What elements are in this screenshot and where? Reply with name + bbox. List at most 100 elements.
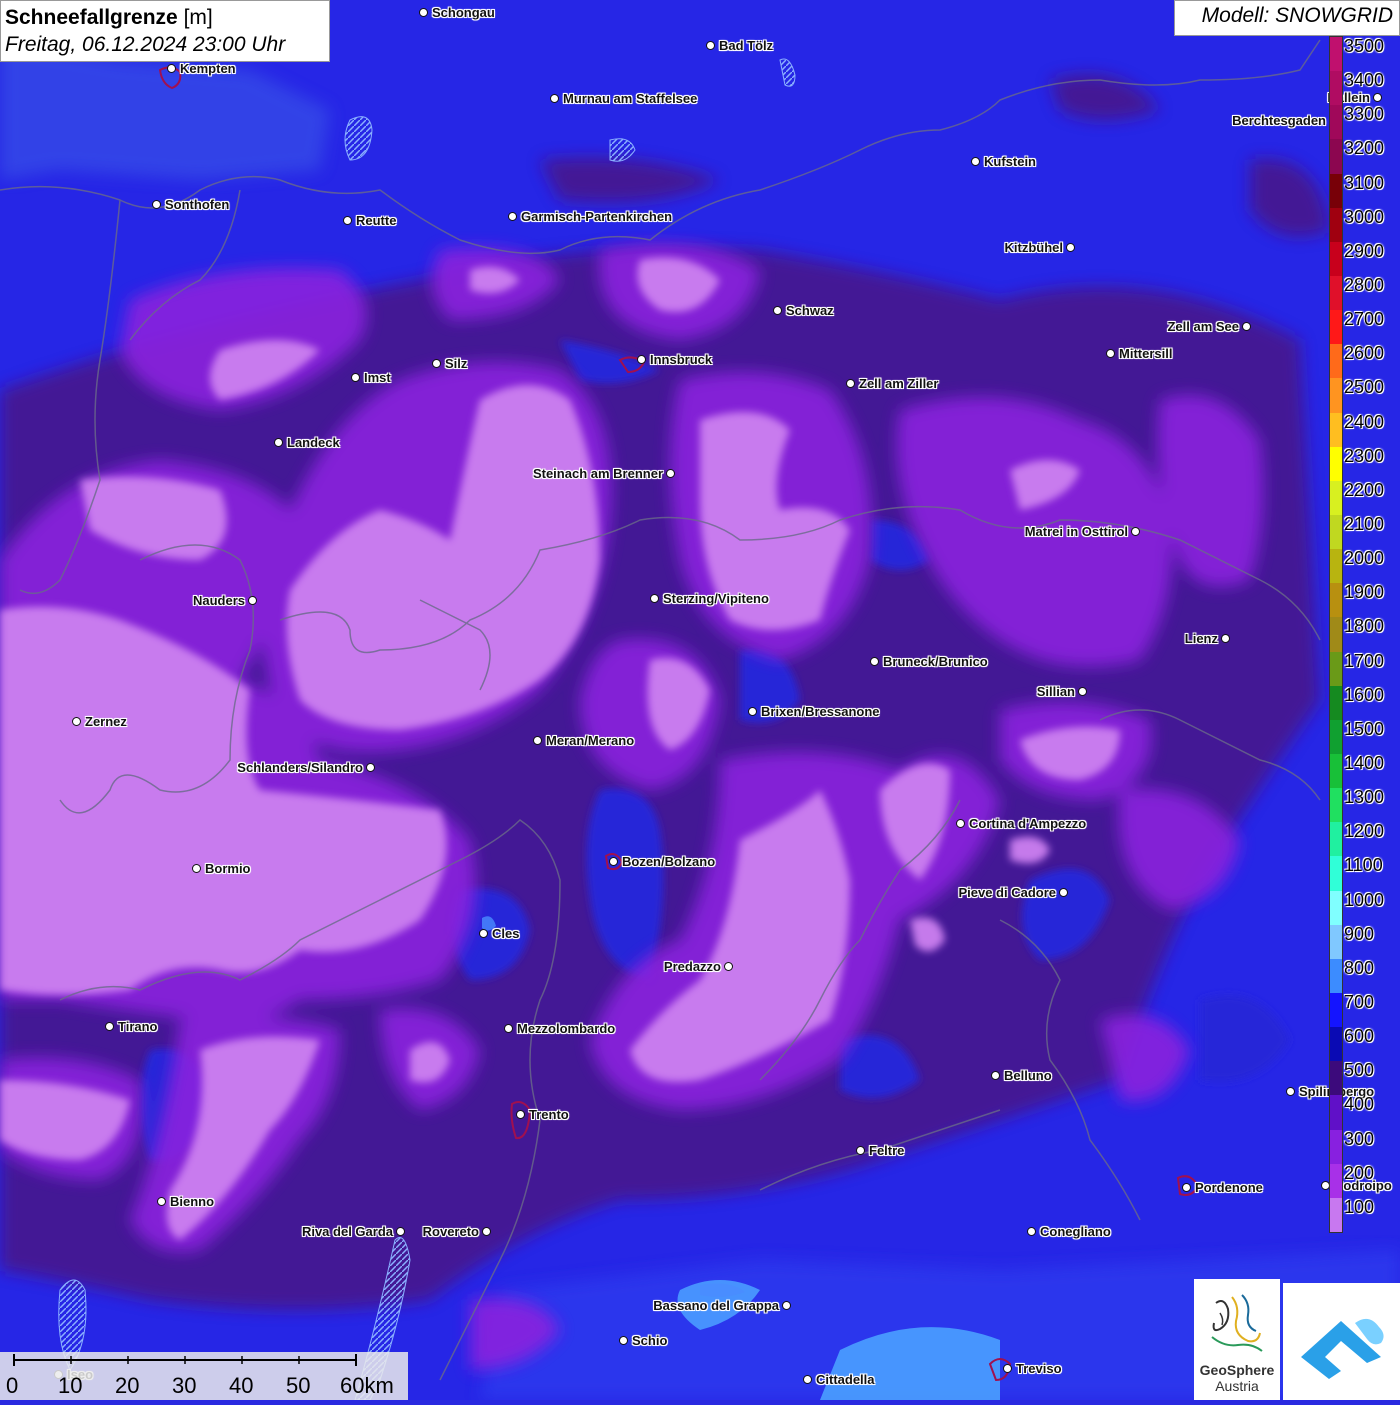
city-marker[interactable] [748, 707, 757, 716]
city-label[interactable]: Rovereto [423, 1225, 479, 1239]
city-label[interactable]: Mittersill [1119, 347, 1172, 361]
city-label[interactable]: Cortina d'Ampezzo [969, 817, 1086, 831]
city-marker[interactable] [803, 1375, 812, 1384]
city-marker[interactable] [157, 1197, 166, 1206]
city-marker[interactable] [396, 1227, 405, 1236]
city-label[interactable]: Cittadella [816, 1373, 875, 1387]
city-label[interactable]: Imst [364, 371, 391, 385]
city-marker[interactable] [1027, 1227, 1036, 1236]
city-label[interactable]: Berchtesgaden [1232, 114, 1326, 128]
city-marker[interactable] [956, 819, 965, 828]
city-marker[interactable] [637, 355, 646, 364]
city-label[interactable]: Zell am See [1167, 320, 1239, 334]
city-marker[interactable] [167, 64, 176, 73]
city-label[interactable]: Matrei in Osttirol [1025, 525, 1128, 539]
city-marker[interactable] [366, 763, 375, 772]
city-label[interactable]: Silz [445, 357, 467, 371]
city-label[interactable]: Sonthofen [165, 198, 229, 212]
city-marker[interactable] [432, 359, 441, 368]
city-label[interactable]: Trento [529, 1108, 569, 1122]
city-marker[interactable] [1182, 1183, 1191, 1192]
city-marker[interactable] [971, 157, 980, 166]
city-marker[interactable] [846, 379, 855, 388]
city-label[interactable]: Bassano del Grappa [653, 1299, 779, 1313]
city-marker[interactable] [516, 1110, 525, 1119]
city-label[interactable]: Garmisch-Partenkirchen [521, 210, 672, 224]
city-marker[interactable] [1066, 243, 1075, 252]
city-marker[interactable] [105, 1022, 114, 1031]
city-marker[interactable] [1059, 888, 1068, 897]
city-label[interactable]: Brixen/Bressanone [761, 705, 880, 719]
city-label[interactable]: Pordenone [1195, 1181, 1263, 1195]
city-label[interactable]: Zell am Ziller [859, 377, 938, 391]
city-label[interactable]: Bienno [170, 1195, 214, 1209]
city-marker[interactable] [650, 594, 659, 603]
city-label[interactable]: Nauders [193, 594, 245, 608]
city-label[interactable]: Predazzo [664, 960, 721, 974]
city-label[interactable]: Sillian [1037, 685, 1075, 699]
city-marker[interactable] [619, 1336, 628, 1345]
city-marker[interactable] [724, 962, 733, 971]
city-marker[interactable] [274, 438, 283, 447]
city-label[interactable]: Schongau [432, 6, 495, 20]
city-marker[interactable] [1221, 634, 1230, 643]
city-marker[interactable] [1003, 1364, 1012, 1373]
city-label[interactable]: Tirano [118, 1020, 158, 1034]
city-marker[interactable] [773, 306, 782, 315]
city-label[interactable]: Mezzolombardo [517, 1022, 615, 1036]
city-marker[interactable] [991, 1071, 1000, 1080]
city-label[interactable]: Conegliano [1040, 1225, 1111, 1239]
city-marker[interactable] [856, 1146, 865, 1155]
city-marker[interactable] [248, 596, 257, 605]
city-marker[interactable] [870, 657, 879, 666]
city-label[interactable]: Bruneck/Brunico [883, 655, 988, 669]
city-label[interactable]: Murnau am Staffelsee [563, 92, 697, 106]
city-label[interactable]: Belluno [1004, 1069, 1052, 1083]
city-label[interactable]: Feltre [869, 1144, 904, 1158]
city-label[interactable]: Riva del Garda [302, 1225, 393, 1239]
city-label[interactable]: Steinach am Brenner [533, 467, 663, 481]
city-label[interactable]: Pieve di Cadore [958, 886, 1056, 900]
city-label[interactable]: Cles [492, 927, 519, 941]
city-label[interactable]: Innsbruck [650, 353, 712, 367]
city-label[interactable]: Bozen/Bolzano [622, 855, 715, 869]
city-marker[interactable] [508, 212, 517, 221]
city-label[interactable]: Kitzbühel [1005, 241, 1064, 255]
city-label[interactable]: Schlanders/Silandro [237, 761, 363, 775]
city-marker[interactable] [351, 373, 360, 382]
city-marker[interactable] [666, 469, 675, 478]
city-marker[interactable] [192, 864, 201, 873]
city-label[interactable]: Kempten [180, 62, 236, 76]
city-label[interactable]: Meran/Merano [546, 734, 634, 748]
city-marker[interactable] [72, 717, 81, 726]
city-label[interactable]: Bad Tölz [719, 39, 773, 53]
city-marker[interactable] [1286, 1087, 1295, 1096]
city-label[interactable]: Kufstein [984, 155, 1036, 169]
city-marker[interactable] [152, 200, 161, 209]
city-label[interactable]: Treviso [1016, 1362, 1062, 1376]
city-label[interactable]: Schio [632, 1334, 667, 1348]
city-label[interactable]: Landeck [287, 436, 340, 450]
city-marker[interactable] [419, 8, 428, 17]
city-marker[interactable] [482, 1227, 491, 1236]
city-marker[interactable] [1242, 322, 1251, 331]
city-marker[interactable] [550, 94, 559, 103]
city-marker[interactable] [1078, 687, 1087, 696]
city-marker[interactable] [706, 41, 715, 50]
city-marker[interactable] [1131, 527, 1140, 536]
city-label[interactable]: Reutte [356, 214, 396, 228]
city-marker[interactable] [1373, 93, 1382, 102]
city-label[interactable]: Bormio [205, 862, 251, 876]
city-label[interactable]: Sterzing/Vipiteno [663, 592, 769, 606]
city-label[interactable]: Lienz [1185, 632, 1218, 646]
city-marker[interactable] [504, 1024, 513, 1033]
city-marker[interactable] [533, 736, 542, 745]
city-marker[interactable] [479, 929, 488, 938]
snowgrid-logo[interactable] [1283, 1283, 1400, 1400]
geosphere-austria-logo[interactable]: GeoSphere Austria [1194, 1279, 1280, 1400]
city-label[interactable]: Zernez [85, 715, 127, 729]
city-marker[interactable] [782, 1301, 791, 1310]
city-marker[interactable] [609, 857, 618, 866]
city-marker[interactable] [343, 216, 352, 225]
city-marker[interactable] [1106, 349, 1115, 358]
